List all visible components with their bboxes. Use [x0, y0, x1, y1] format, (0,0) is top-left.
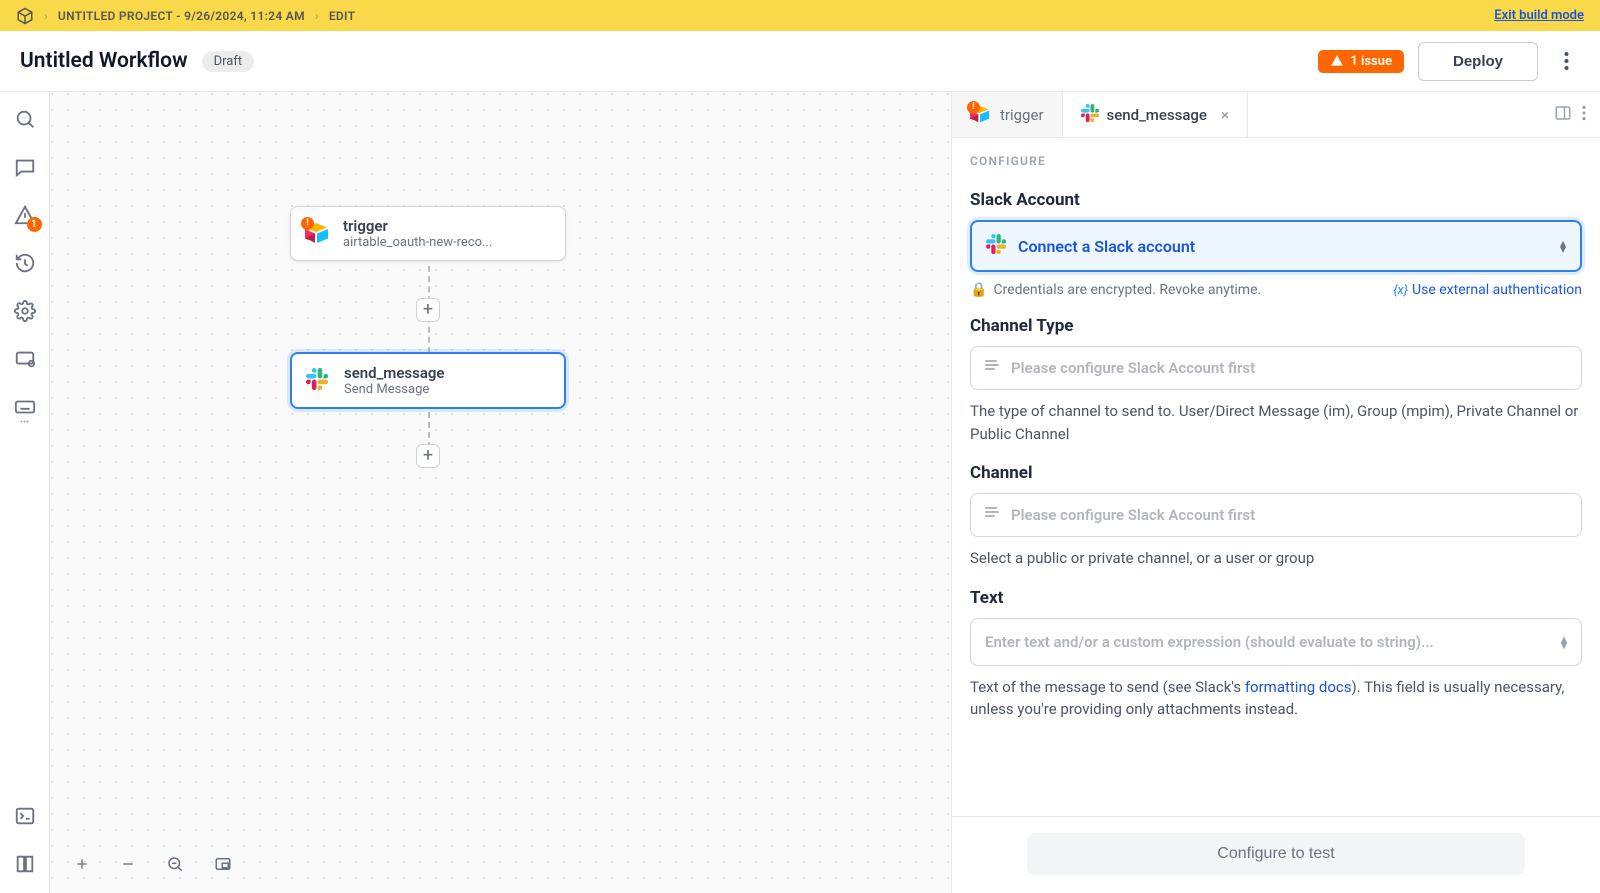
warning-badge-icon: ! — [301, 217, 314, 230]
slack-account-label: Slack Account — [970, 190, 1582, 210]
kebab-menu-icon[interactable] — [1552, 47, 1580, 75]
select-chevrons-icon: ▴▾ — [1560, 240, 1566, 252]
issues-count-badge: 1 — [27, 217, 42, 232]
list-icon — [985, 360, 1001, 376]
channel-type-label: Channel Type — [970, 316, 1582, 336]
channel-label: Channel — [970, 463, 1582, 483]
configure-to-test-button[interactable]: Configure to test — [1027, 833, 1525, 875]
app-logo-icon — [16, 7, 34, 25]
channel-placeholder: Please configure Slack Account first — [1011, 506, 1255, 524]
workflow-canvas[interactable]: ! trigger airtable_oauth-new-reco... + s… — [50, 92, 1600, 893]
node-trigger[interactable]: ! trigger airtable_oauth-new-reco... — [290, 206, 566, 261]
chevron-right-icon: › — [44, 9, 48, 23]
topbar: › UNTITLED PROJECT - 9/26/2024, 11:24 AM… — [0, 0, 1600, 31]
text-description: Text of the message to send (see Slack's… — [970, 676, 1582, 721]
connect-slack-select[interactable]: Connect a Slack account ▴▾ — [970, 220, 1582, 272]
panel-tabs: ! trigger send_message × — [952, 92, 1600, 138]
tab-trigger-label: trigger — [1000, 106, 1044, 124]
tab-send-message-label: send_message — [1107, 106, 1207, 124]
list-icon — [985, 507, 1001, 523]
tab-trigger[interactable]: ! trigger — [952, 92, 1063, 137]
comment-icon[interactable] — [14, 156, 36, 178]
external-auth-link[interactable]: {x}Use external authentication — [1393, 282, 1582, 298]
credentials-hint: 🔒Credentials are encrypted. Revoke anyti… — [970, 282, 1261, 298]
deploy-button[interactable]: Deploy — [1418, 42, 1538, 81]
search-icon[interactable] — [14, 108, 36, 130]
zoom-in-button[interactable] — [74, 856, 90, 876]
history-icon[interactable] — [14, 252, 36, 274]
fit-view-button[interactable] — [166, 855, 184, 877]
node-send-message-subtitle: Send Message — [344, 382, 550, 397]
close-tab-icon[interactable]: × — [1221, 106, 1229, 124]
fullscreen-button[interactable] — [214, 855, 232, 877]
channel-description: Select a public or private channel, or a… — [970, 547, 1582, 570]
connect-slack-label: Connect a Slack account — [1018, 237, 1195, 256]
select-chevrons-icon: ▴▾ — [1561, 636, 1567, 648]
channel-type-description: The type of channel to send to. User/Dir… — [970, 400, 1582, 445]
breadcrumb-project[interactable]: UNTITLED PROJECT - 9/26/2024, 11:24 AM — [58, 9, 305, 23]
node-send-message[interactable]: send_message Send Message — [290, 352, 566, 409]
settings-icon[interactable] — [14, 300, 36, 322]
tab-send-message[interactable]: send_message × — [1063, 92, 1248, 137]
terminal-icon[interactable] — [14, 805, 36, 827]
zoom-out-button[interactable] — [120, 856, 136, 876]
panel-layout-icon[interactable] — [1554, 104, 1572, 126]
issues-icon[interactable]: 1 — [14, 204, 36, 226]
warning-badge-icon: ! — [967, 101, 980, 114]
node-send-message-title: send_message — [344, 364, 550, 382]
breadcrumb-edit: EDIT — [329, 9, 355, 23]
airtable-icon: ! — [305, 221, 331, 247]
text-field-label: Text — [970, 588, 1582, 608]
text-placeholder: Enter text and/or a custom expression (s… — [985, 633, 1561, 651]
node-trigger-title: trigger — [343, 217, 551, 235]
docs-icon[interactable] — [14, 853, 36, 875]
add-step-button[interactable]: + — [416, 298, 440, 322]
issue-chip-label: 1 issue — [1350, 54, 1392, 69]
node-trigger-subtitle: airtable_oauth-new-reco... — [343, 235, 551, 250]
canvas-bottom-toolbar — [74, 855, 232, 877]
chevron-right-icon: › — [315, 9, 319, 23]
add-step-button[interactable]: + — [416, 444, 440, 468]
title-row: Untitled Workflow Draft 1 issue Deploy — [0, 31, 1600, 92]
formatting-docs-link[interactable]: formatting docs — [1245, 678, 1352, 696]
channel-type-select[interactable]: Please configure Slack Account first — [970, 346, 1582, 390]
expression-icon: {x} — [1393, 283, 1408, 298]
slack-icon — [306, 368, 332, 394]
panel-kebab-icon[interactable] — [1582, 105, 1586, 125]
right-panel: ! trigger send_message × CONFI — [951, 92, 1600, 893]
exit-build-mode-link[interactable]: Exit build mode — [1494, 8, 1584, 23]
channel-type-placeholder: Please configure Slack Account first — [1011, 359, 1255, 377]
keyboard-icon[interactable]: ••• — [14, 396, 36, 418]
configure-section-label: CONFIGURE — [952, 138, 1600, 172]
channel-select[interactable]: Please configure Slack Account first — [970, 493, 1582, 537]
device-cog-icon[interactable] — [14, 348, 36, 370]
workflow-title[interactable]: Untitled Workflow — [20, 49, 188, 73]
left-rail: 1 ••• — [0, 92, 50, 893]
issue-chip[interactable]: 1 issue — [1318, 50, 1404, 73]
lock-icon: 🔒 — [970, 282, 987, 298]
text-input[interactable]: Enter text and/or a custom expression (s… — [970, 618, 1582, 666]
slack-icon — [1081, 104, 1099, 126]
airtable-icon: ! — [970, 104, 992, 126]
slack-icon — [986, 234, 1006, 258]
draft-status-badge: Draft — [202, 51, 255, 72]
